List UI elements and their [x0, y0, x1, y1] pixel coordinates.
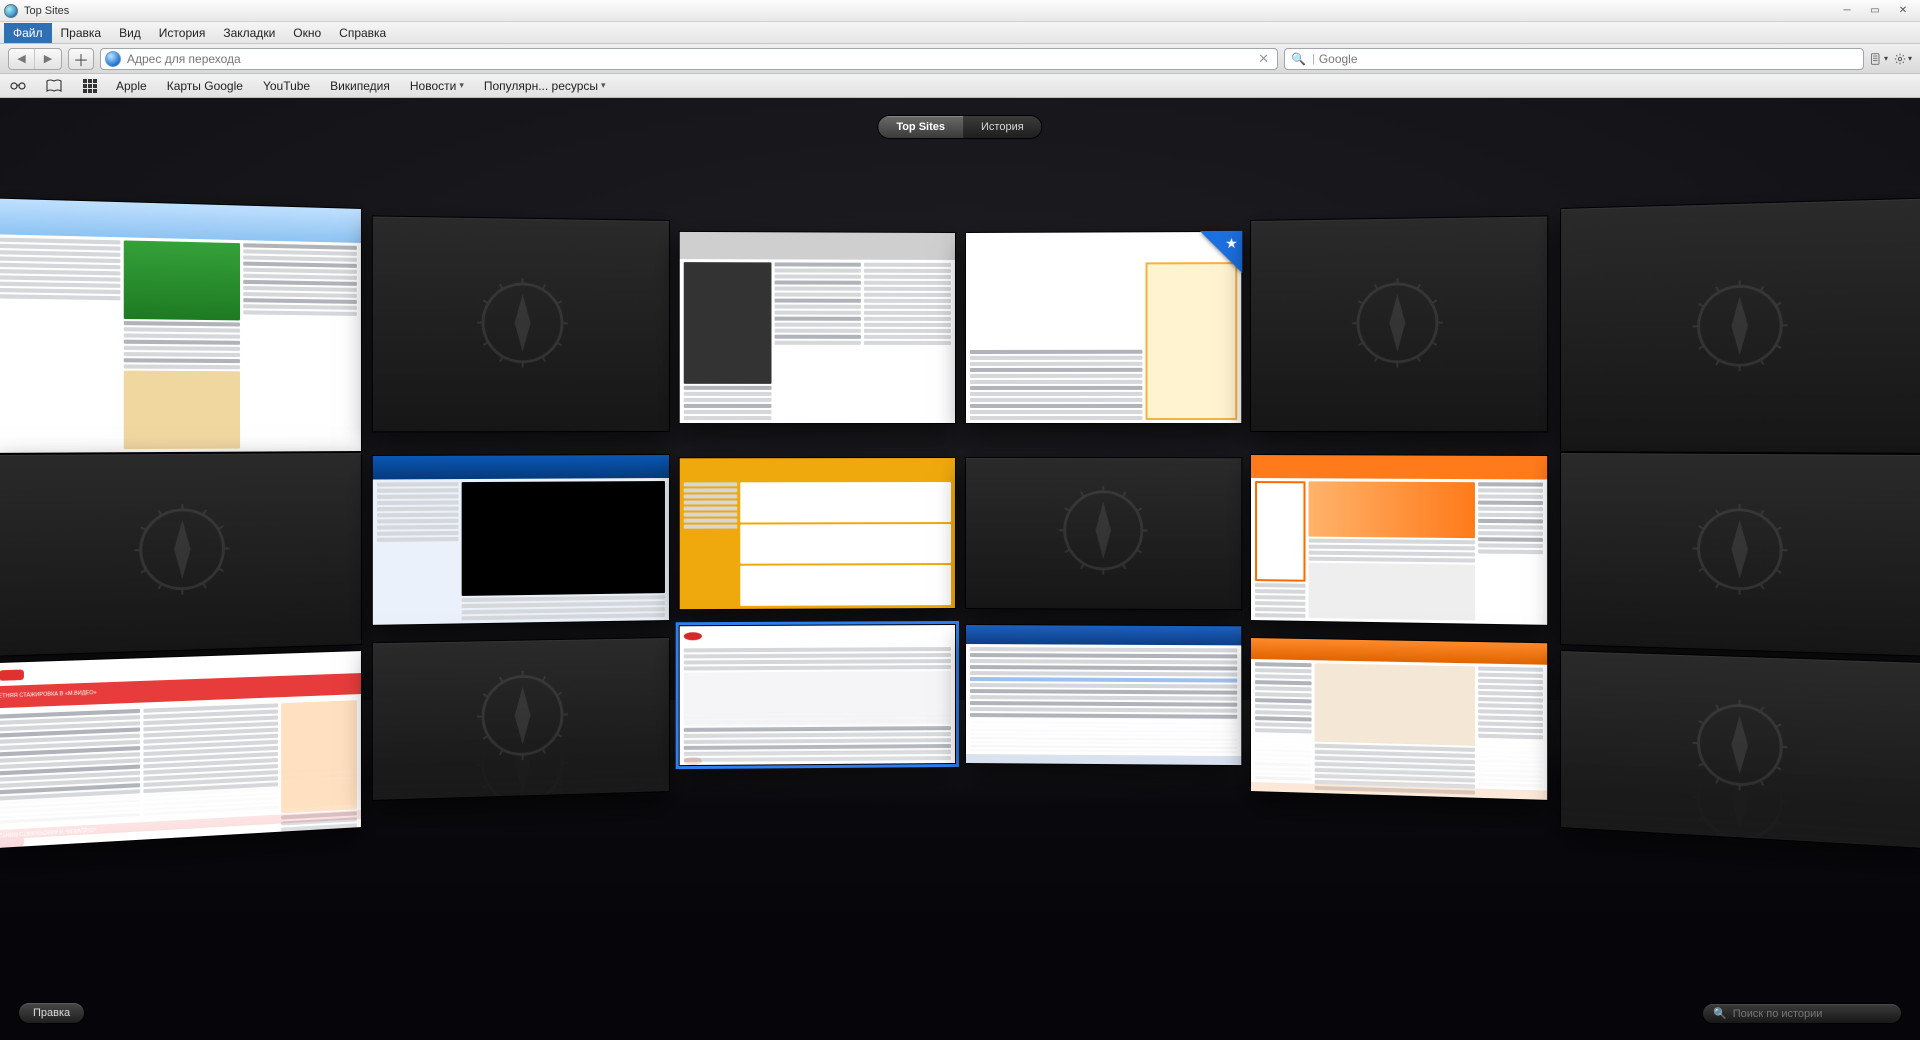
nav-back-forward: ◀ ▶	[8, 48, 62, 70]
topsite-empty[interactable]	[1560, 452, 1920, 657]
search-bar[interactable]: 🔍 | Google	[1284, 48, 1864, 70]
menu-правка[interactable]: Правка	[52, 23, 111, 43]
compass-icon	[473, 273, 572, 376]
menu-окно[interactable]: Окно	[284, 23, 330, 43]
topsite-thumbnail[interactable]	[1250, 637, 1548, 801]
topsite-thumbnail[interactable]	[679, 457, 956, 610]
address-input[interactable]	[127, 52, 1254, 66]
topsite-empty[interactable]	[372, 637, 670, 801]
window-maximize-button[interactable]: ▭	[1862, 3, 1888, 19]
topsite-empty[interactable]	[965, 457, 1242, 610]
topsite-thumbnail[interactable]	[0, 197, 362, 454]
compass-icon	[130, 499, 233, 604]
address-bar[interactable]: ✕	[100, 48, 1278, 70]
top-sites-grid-icon[interactable]	[80, 77, 100, 95]
topsite-thumbnail[interactable]	[965, 624, 1242, 766]
topsites-history-switch: Top Sites История	[878, 116, 1041, 138]
bookmark-Карты Google[interactable]: Карты Google	[167, 79, 243, 93]
menu-история[interactable]: История	[150, 23, 215, 43]
bookmark-folder[interactable]: Новости▾	[410, 79, 464, 93]
app-icon	[4, 4, 18, 18]
forward-button[interactable]: ▶	[35, 49, 61, 69]
page-menu-button[interactable]: ▾	[1870, 50, 1888, 68]
menu-файл[interactable]: Файл	[4, 23, 52, 43]
thumbnail-wall: ЛЕТНЯЯ СТАЖИРОВКА В «М.ВИДЕО»ЛЕТНЯЯ СТАЖ…	[0, 158, 1920, 798]
settings-gear-button[interactable]: ▾	[1894, 50, 1912, 68]
menubar: ФайлПравкаВидИсторияЗакладкиОкноСправка	[0, 22, 1920, 44]
toolbar: ◀ ▶ ＋ ✕ 🔍 | Google ▾ ▾	[0, 44, 1920, 74]
window-minimize-button[interactable]: ─	[1834, 3, 1860, 19]
search-icon: 🔍	[1713, 1007, 1727, 1020]
search-input-field[interactable]	[1608, 52, 1857, 66]
compass-icon	[1055, 482, 1151, 584]
compass-icon	[1688, 499, 1791, 604]
menu-закладки[interactable]: Закладки	[214, 23, 284, 43]
bookmarks-bar: Apple Карты Google YouTube Википедия Новости…	[0, 74, 1920, 98]
search-engine-label: Google	[1319, 52, 1358, 66]
topsite-thumbnail[interactable]: ЛЕТНЯЯ СТАЖИРОВКА В «М.ВИДЕО»ЛЕТНЯЯ СТАЖ…	[0, 650, 362, 849]
topsite-empty[interactable]	[1560, 197, 1920, 454]
bookmark-Википедия[interactable]: Википедия	[330, 79, 390, 93]
top-sites-view: Top Sites История ЛЕТНЯЯ СТАЖИРОВКА В «М…	[0, 98, 1920, 1040]
compass-icon	[473, 666, 572, 771]
topsite-empty[interactable]	[1250, 215, 1548, 432]
clear-address-icon[interactable]: ✕	[1254, 51, 1273, 67]
menu-справка[interactable]: Справка	[330, 23, 395, 43]
bookmark-folder[interactable]: Популярн... ресурсы▾	[484, 79, 606, 93]
compass-icon	[1688, 275, 1791, 380]
topsite-thumbnail[interactable]	[965, 231, 1242, 424]
history-search-input[interactable]	[1733, 1008, 1891, 1020]
switch-topsites[interactable]: Top Sites	[878, 116, 963, 138]
globe-icon	[105, 51, 121, 67]
add-bookmark-button[interactable]: ＋	[68, 48, 94, 70]
topsite-thumbnail[interactable]	[1250, 454, 1548, 626]
bookmarks-book-icon[interactable]	[44, 77, 64, 95]
window-title: Top Sites	[24, 5, 69, 17]
topsite-empty[interactable]	[1560, 650, 1920, 849]
history-search[interactable]: 🔍	[1702, 1003, 1902, 1024]
topsite-empty[interactable]	[372, 215, 670, 432]
window-close-button[interactable]: ✕	[1890, 3, 1916, 19]
topsite-thumbnail[interactable]	[679, 624, 956, 766]
topsite-thumbnail[interactable]	[372, 454, 670, 626]
reading-list-icon[interactable]	[8, 77, 28, 95]
switch-history[interactable]: История	[963, 116, 1042, 138]
bookmark-Apple[interactable]: Apple	[116, 79, 147, 93]
window-titlebar: Top Sites ─ ▭ ✕	[0, 0, 1920, 22]
back-button[interactable]: ◀	[9, 49, 35, 69]
topsite-thumbnail[interactable]	[679, 231, 956, 424]
search-icon: 🔍	[1291, 52, 1306, 66]
compass-icon	[1688, 693, 1791, 801]
edit-button[interactable]: Правка	[18, 1002, 85, 1024]
pinned-star-icon	[1199, 231, 1241, 273]
bookmark-YouTube[interactable]: YouTube	[263, 79, 310, 93]
topsite-empty[interactable]	[0, 452, 362, 657]
compass-icon	[1348, 273, 1447, 376]
menu-вид[interactable]: Вид	[110, 23, 150, 43]
